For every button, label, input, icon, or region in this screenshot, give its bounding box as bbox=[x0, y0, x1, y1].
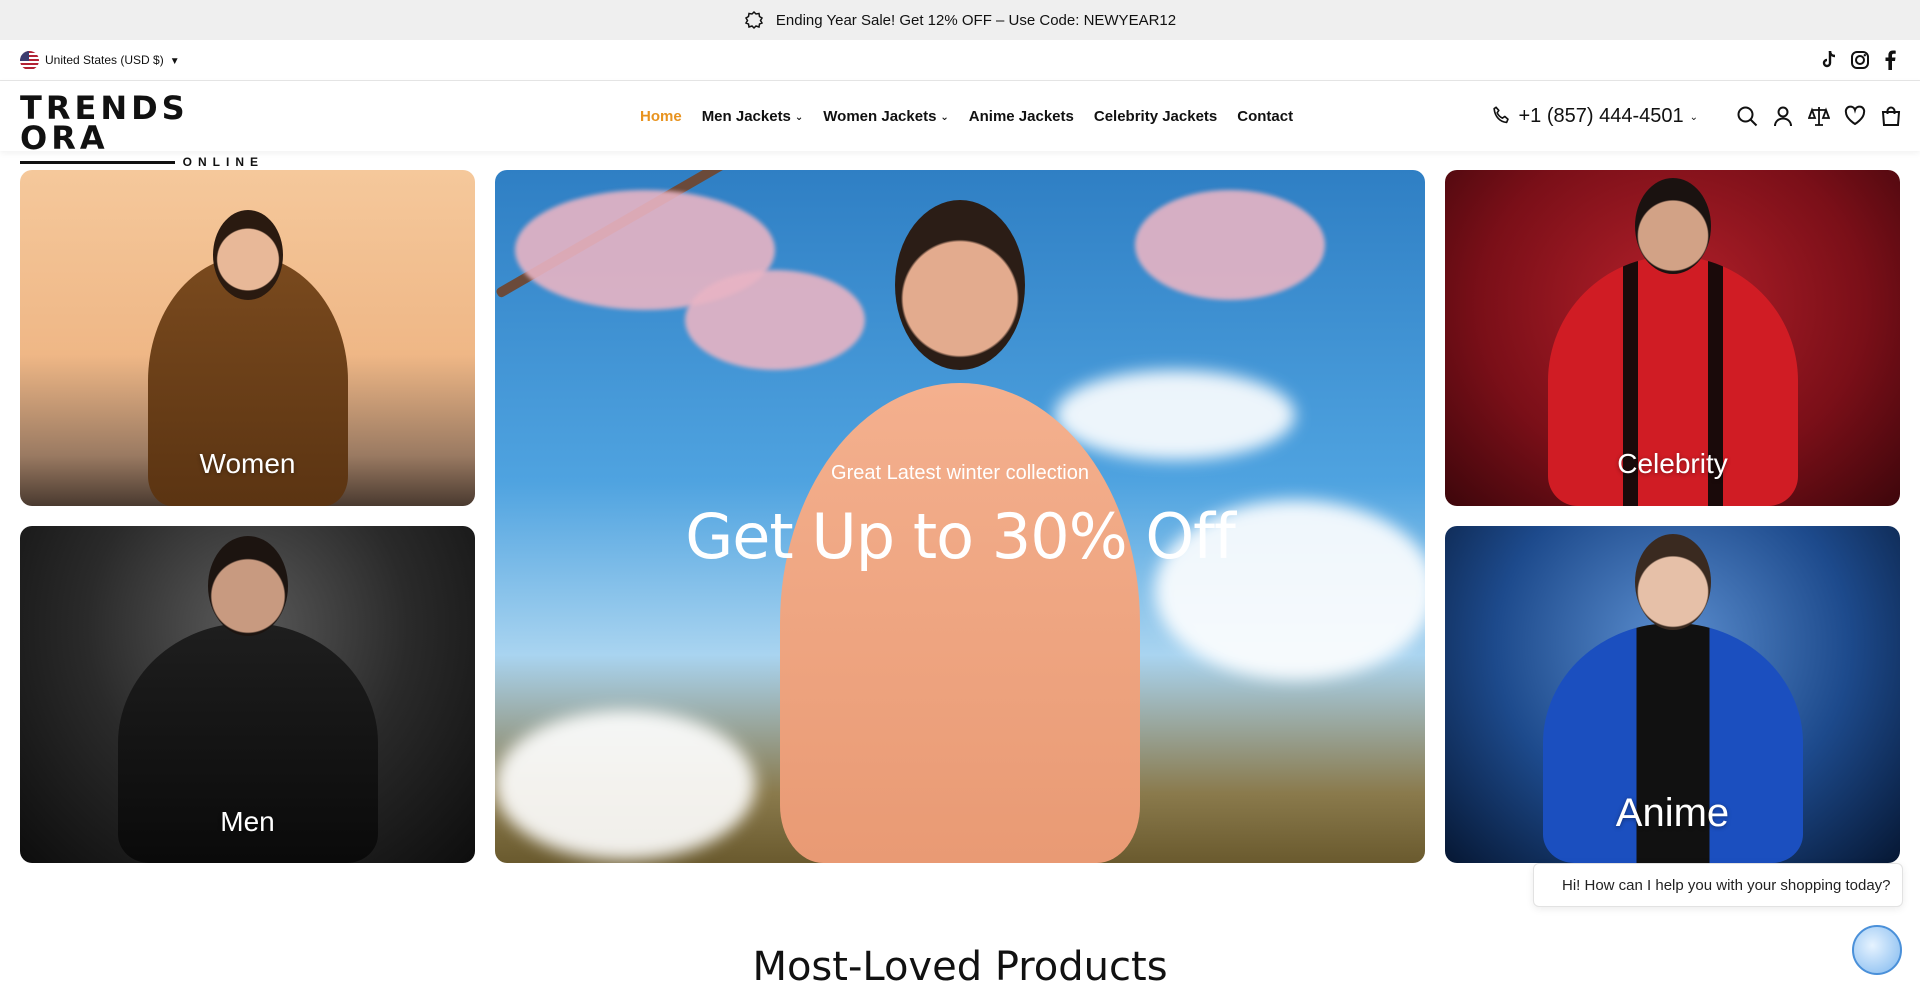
site-logo[interactable]: TRENDS ORA ONLINE bbox=[20, 92, 264, 169]
nav-anime-jackets[interactable]: Anime Jackets bbox=[969, 108, 1074, 125]
tile-anime-label: Anime bbox=[1615, 791, 1730, 835]
compare-icon[interactable] bbox=[1808, 105, 1830, 127]
locale-selector[interactable]: United States (USD $) ▼ bbox=[20, 50, 180, 70]
facebook-icon[interactable] bbox=[1880, 50, 1900, 70]
nav-home[interactable]: Home bbox=[640, 108, 682, 125]
nav-women-jackets[interactable]: Women Jackets ⌄ bbox=[823, 108, 949, 125]
chevron-down-icon: ⌄ bbox=[1689, 111, 1698, 123]
logo-wordmark: TRENDS ORA bbox=[20, 89, 189, 157]
chevron-down-icon: ▼ bbox=[169, 55, 180, 67]
announcement-text: Ending Year Sale! Get 12% OFF – Use Code… bbox=[775, 11, 1177, 29]
chevron-down-icon: ⌄ bbox=[940, 111, 949, 123]
chat-greeting-bubble[interactable]: Hi! How can I help you with your shoppin… bbox=[1533, 863, 1903, 907]
hero-model-image bbox=[780, 383, 1140, 863]
nav-celebrity-jackets[interactable]: Celebrity Jackets bbox=[1094, 108, 1217, 125]
tile-men[interactable]: Men bbox=[20, 526, 475, 863]
phone-number: +1 (857) 444-4501 bbox=[1518, 104, 1684, 127]
women-model-head bbox=[212, 210, 283, 300]
nav-contact-label: Contact bbox=[1237, 107, 1294, 125]
hero-subtitle: Great Latest winter collection bbox=[831, 462, 1089, 484]
logo-underline: ONLINE bbox=[20, 155, 264, 169]
us-flag-icon bbox=[20, 50, 39, 70]
tiktok-icon[interactable] bbox=[1820, 50, 1840, 70]
search-icon[interactable] bbox=[1736, 105, 1758, 127]
nav-men-jackets[interactable]: Men Jackets ⌄ bbox=[702, 108, 804, 125]
sale-badge-icon bbox=[744, 10, 764, 30]
section-title-most-loved: Most-Loved Products bbox=[752, 944, 1168, 990]
hero-model-head bbox=[895, 200, 1025, 370]
nav-celebrity-jackets-label: Celebrity Jackets bbox=[1093, 107, 1218, 125]
site-header: TRENDS ORA ONLINE Home Men Jackets ⌄ Wome… bbox=[0, 81, 1920, 169]
category-grid: Women Men Great Latest winter collection… bbox=[20, 170, 1900, 863]
chevron-down-icon: ⌄ bbox=[794, 111, 804, 123]
anime-model-head bbox=[1634, 534, 1711, 630]
hero-cloud bbox=[1055, 370, 1295, 460]
tile-men-label: Men bbox=[220, 806, 275, 837]
nav-women-jackets-label: Women Jackets bbox=[823, 107, 937, 125]
celebrity-model-head bbox=[1634, 178, 1711, 274]
men-model-head bbox=[207, 536, 288, 636]
nav-anime-jackets-label: Anime Jackets bbox=[968, 107, 1074, 125]
tile-celebrity[interactable]: Celebrity bbox=[1445, 170, 1900, 506]
tile-women[interactable]: Women bbox=[20, 170, 475, 506]
header-actions: +1 (857) 444-4501 ⌄ bbox=[1490, 81, 1902, 151]
utility-bar: United States (USD $) ▼ bbox=[0, 40, 1920, 81]
wishlist-icon[interactable] bbox=[1844, 105, 1866, 127]
hero-blossom bbox=[685, 270, 865, 370]
hero-title: Get Up to 30% Off bbox=[685, 500, 1236, 573]
phone-selector[interactable]: +1 (857) 444-4501 ⌄ bbox=[1490, 105, 1698, 128]
logo-subtext: ONLINE bbox=[182, 155, 264, 169]
locale-label: United States (USD $) bbox=[45, 53, 164, 67]
cart-icon[interactable] bbox=[1880, 105, 1902, 127]
main-nav: Home Men Jackets ⌄ Women Jackets ⌄ Anime J… bbox=[640, 81, 1293, 151]
tile-celebrity-label: Celebrity bbox=[1617, 448, 1728, 479]
account-icon[interactable] bbox=[1772, 105, 1794, 127]
hero-blossom bbox=[1135, 190, 1325, 300]
tile-women-label: Women bbox=[199, 448, 296, 479]
logo-rule bbox=[20, 160, 175, 164]
phone-icon bbox=[1490, 105, 1512, 127]
announcement-bar: Ending Year Sale! Get 12% OFF – Use Code… bbox=[0, 0, 1920, 40]
nav-contact[interactable]: Contact bbox=[1237, 108, 1293, 125]
nav-men-jackets-label: Men Jackets bbox=[701, 107, 791, 125]
tile-anime[interactable]: Anime bbox=[1445, 526, 1900, 863]
instagram-icon[interactable] bbox=[1850, 50, 1870, 70]
chat-greeting-text: Hi! How can I help you with your shoppin… bbox=[1562, 876, 1891, 894]
hero-cloud bbox=[495, 710, 755, 860]
social-links bbox=[1820, 50, 1900, 70]
nav-home-label: Home bbox=[640, 107, 682, 125]
hero-banner[interactable]: Great Latest winter collection Get Up to… bbox=[495, 170, 1425, 863]
